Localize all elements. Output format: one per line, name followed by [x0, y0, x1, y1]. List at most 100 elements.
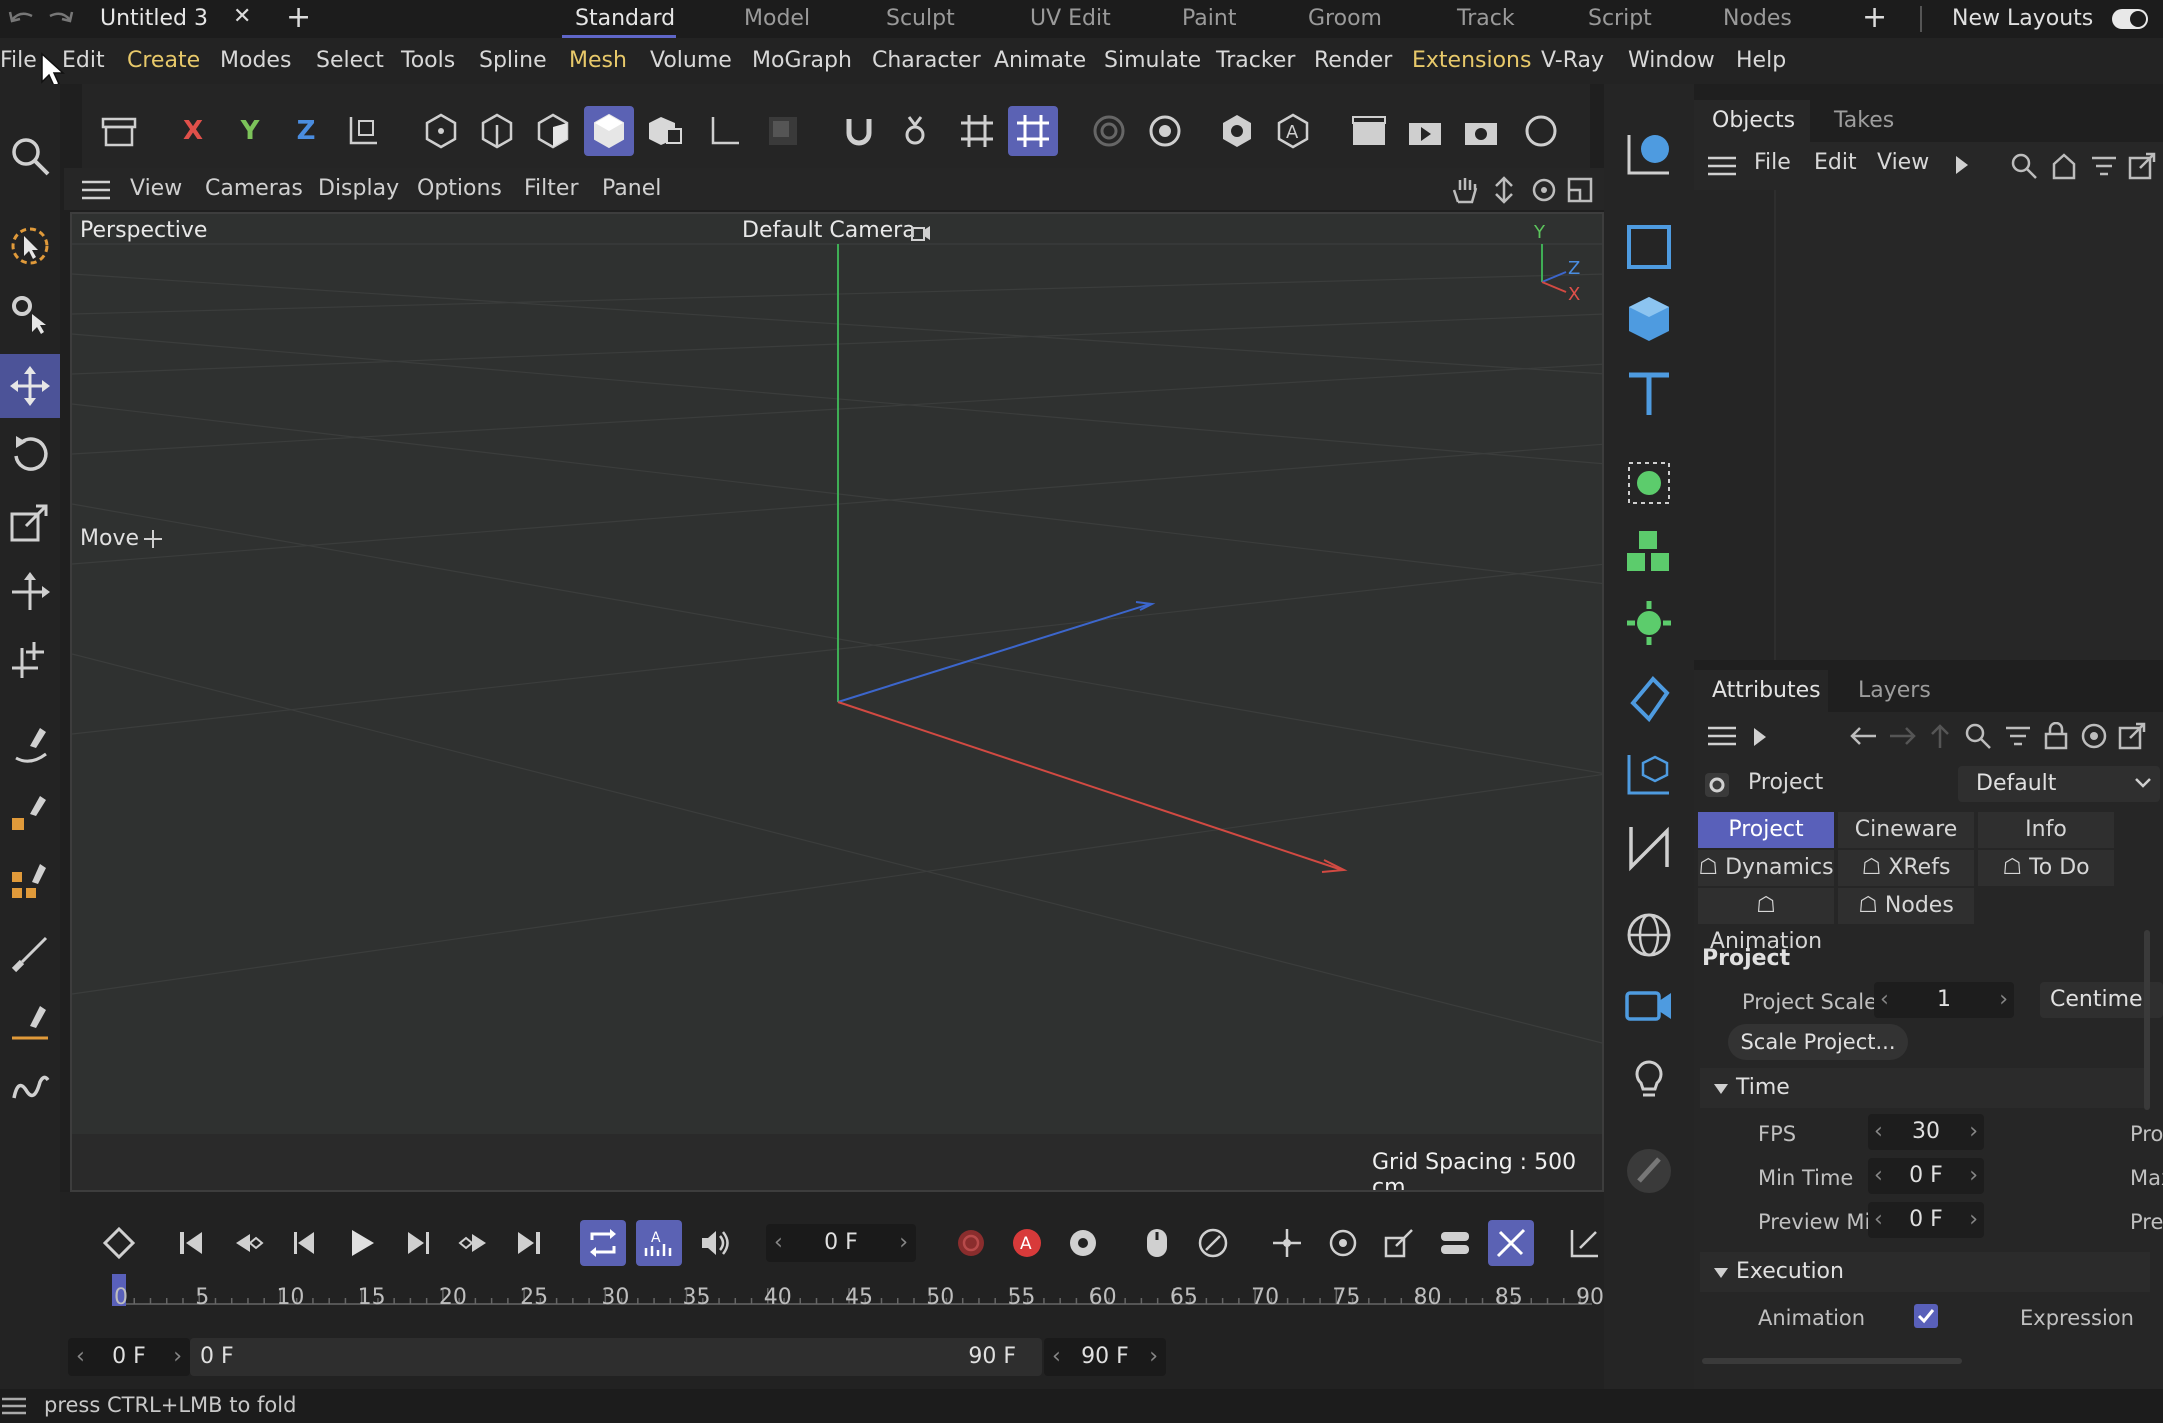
- menu-help[interactable]: Help: [1736, 38, 1786, 84]
- menu-simulate[interactable]: Simulate: [1104, 38, 1201, 84]
- attr-tab-info[interactable]: Info: [1978, 812, 2114, 848]
- layout-tab-paint[interactable]: Paint: [1182, 0, 1236, 38]
- model-mode-icon[interactable]: [584, 106, 634, 156]
- camera-label[interactable]: Default Camera: [742, 218, 916, 243]
- tab-takes[interactable]: Takes: [1834, 100, 1894, 142]
- attr-tab-xrefs[interactable]: ☖ XRefs: [1838, 850, 1974, 886]
- line-pen-icon[interactable]: [0, 990, 60, 1054]
- autokey-filter-icon[interactable]: A: [636, 1220, 682, 1266]
- time-section-header[interactable]: Time: [1700, 1068, 2150, 1108]
- vray-icon[interactable]: [1514, 106, 1564, 156]
- attributes-more-arrow-icon[interactable]: [1754, 728, 1766, 746]
- loop-icon[interactable]: [580, 1220, 626, 1266]
- interpolation-icon[interactable]: [1190, 1220, 1236, 1266]
- light-object-icon[interactable]: [1616, 1044, 1682, 1110]
- play-icon[interactable]: [338, 1220, 384, 1266]
- increment-icon[interactable]: ›: [1969, 1158, 1978, 1194]
- lock-icon[interactable]: [2044, 722, 2068, 750]
- auto-naming-icon[interactable]: A: [1268, 106, 1318, 156]
- move-tool-icon[interactable]: [0, 354, 60, 418]
- menu-create[interactable]: Create: [127, 38, 200, 84]
- objects-menu-edit[interactable]: Edit: [1814, 150, 1857, 175]
- menu-character[interactable]: Character: [872, 38, 981, 84]
- edges-mode-icon[interactable]: [472, 106, 522, 156]
- layout-tab-uv-edit[interactable]: UV Edit: [1030, 0, 1111, 38]
- transfer-tool-icon[interactable]: [0, 628, 60, 692]
- undo-icon[interactable]: [6, 6, 36, 32]
- maximize-view-icon[interactable]: [1566, 176, 1594, 204]
- attr-tab-cineware[interactable]: Cineware: [1838, 812, 1974, 848]
- target-icon[interactable]: [2080, 722, 2108, 750]
- keyframe-diamond-icon[interactable]: [96, 1220, 142, 1266]
- menu-select[interactable]: Select: [316, 38, 384, 84]
- tab-attributes[interactable]: Attributes: [1712, 670, 1821, 712]
- objects-filter-icon[interactable]: [2090, 152, 2118, 180]
- project-scale-field[interactable]: ‹ 1 ›: [1874, 982, 2014, 1018]
- scale-project-button[interactable]: Scale Project...: [1728, 1024, 1908, 1060]
- polygons-mode-icon[interactable]: [528, 106, 578, 156]
- layout-tab-track[interactable]: Track: [1457, 0, 1515, 38]
- soft-selection-icon[interactable]: [1084, 106, 1134, 156]
- point-level-animation-icon[interactable]: [1488, 1220, 1534, 1266]
- menu-modes[interactable]: Modes: [220, 38, 291, 84]
- null-object-icon[interactable]: [1616, 740, 1682, 806]
- decrement-icon[interactable]: ‹: [1880, 982, 1889, 1018]
- decrement-icon[interactable]: ‹: [76, 1338, 85, 1376]
- field-icon[interactable]: [1616, 814, 1682, 880]
- y-axis-lock-button[interactable]: Y: [225, 106, 275, 156]
- mode-dropdown[interactable]: Default: [1958, 766, 2160, 802]
- viewport-menu-filter[interactable]: Filter: [524, 168, 578, 210]
- menu-animate[interactable]: Animate: [994, 38, 1086, 84]
- solo-mode-icon[interactable]: [758, 106, 808, 156]
- attr-tab-todo[interactable]: ☖ To Do: [1978, 850, 2114, 886]
- attributes-scrollbar-vertical[interactable]: [2144, 930, 2150, 1110]
- sound-icon[interactable]: [692, 1220, 738, 1266]
- viewport-solo-icon[interactable]: [1212, 106, 1262, 156]
- next-key-icon[interactable]: [450, 1220, 496, 1266]
- text-spline-icon[interactable]: [1616, 360, 1682, 426]
- layout-tab-groom[interactable]: Groom: [1308, 0, 1382, 38]
- menu-tools[interactable]: Tools: [401, 38, 455, 84]
- sketch-style-icon[interactable]: [1616, 1138, 1682, 1204]
- deformer-icon[interactable]: [1616, 666, 1682, 732]
- menu-volume[interactable]: Volume: [650, 38, 732, 84]
- objects-home-icon[interactable]: [2050, 152, 2078, 180]
- go-to-start-icon[interactable]: [168, 1220, 214, 1266]
- add-layout-icon[interactable]: +: [1862, 0, 1887, 35]
- keyframe-settings-icon[interactable]: [1060, 1220, 1106, 1266]
- range-start-field[interactable]: ‹ 0 F ›: [68, 1338, 190, 1376]
- environment-icon[interactable]: [1616, 902, 1682, 968]
- attributes-search-icon[interactable]: [1964, 722, 1992, 750]
- attributes-filter-icon[interactable]: [2004, 722, 2032, 750]
- rotate-tool-icon[interactable]: [0, 422, 60, 486]
- workplane-snap-icon[interactable]: [1008, 106, 1058, 156]
- viewport-hamburger-icon[interactable]: [82, 180, 110, 200]
- snap-magnet-icon[interactable]: [834, 106, 884, 156]
- layout-tab-model[interactable]: Model: [744, 0, 810, 38]
- viewport-menu-cameras[interactable]: Cameras: [205, 168, 303, 210]
- decrement-icon[interactable]: ‹: [774, 1224, 783, 1262]
- objects-menu-file[interactable]: File: [1754, 150, 1791, 175]
- symmetry-icon[interactable]: [1140, 106, 1190, 156]
- rectangle-spline-icon[interactable]: [1616, 214, 1682, 280]
- generator-icon[interactable]: [1616, 450, 1682, 516]
- autokeying-icon[interactable]: A: [1004, 1220, 1050, 1266]
- uv-mode-icon[interactable]: [640, 106, 690, 156]
- objects-popout-icon[interactable]: [2128, 152, 2156, 180]
- cloner-icon[interactable]: [1616, 520, 1682, 586]
- attributes-scrollbar-horizontal[interactable]: [1702, 1358, 1962, 1364]
- menu-render[interactable]: Render: [1314, 38, 1392, 84]
- previous-key-icon[interactable]: [226, 1220, 272, 1266]
- viewport-menu-panel[interactable]: Panel: [602, 168, 661, 210]
- render-view-icon[interactable]: [1344, 106, 1394, 156]
- viewport-menu-options[interactable]: Options: [417, 168, 502, 210]
- close-tab-icon[interactable]: ✕: [233, 4, 251, 29]
- add-tab-icon[interactable]: +: [286, 0, 311, 35]
- viewport-menu-display[interactable]: Display: [318, 168, 399, 210]
- cube-scene-icon[interactable]: [1616, 120, 1682, 186]
- min-time-field[interactable]: ‹ 0 F ›: [1868, 1158, 1984, 1194]
- brush-tool-icon[interactable]: [0, 922, 60, 986]
- increment-icon[interactable]: ›: [899, 1224, 908, 1262]
- attributes-popout-icon[interactable]: [2118, 722, 2146, 750]
- increment-icon[interactable]: ›: [1999, 982, 2008, 1018]
